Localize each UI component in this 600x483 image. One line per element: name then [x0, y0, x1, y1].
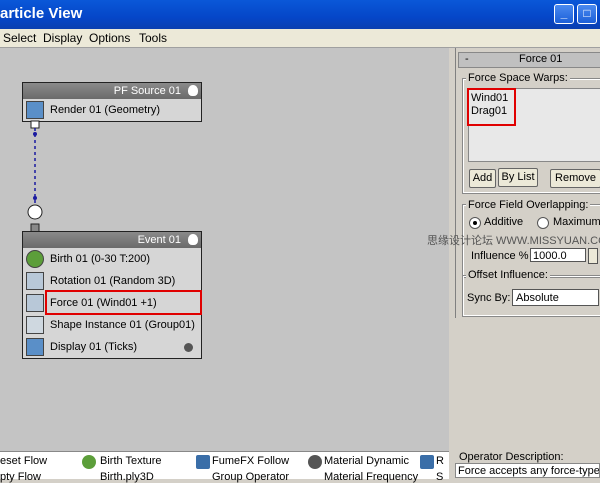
- depot-item[interactable]: Birth Texture: [100, 455, 162, 467]
- depot-item[interactable]: S: [436, 471, 443, 483]
- depot-item[interactable]: pty Flow: [0, 471, 41, 483]
- depot-item[interactable]: Group Operator: [212, 471, 289, 483]
- sync-select[interactable]: Absolute: [512, 289, 599, 306]
- depot-item[interactable]: Birth.ply3D: [100, 471, 154, 483]
- operator-description-panel: Operator Description: Force accepts any …: [451, 451, 600, 478]
- influence-input[interactable]: 1000.0: [530, 248, 586, 262]
- parameters-panel: - Force 01 Force Space Warps: Wind01 Dra…: [455, 48, 600, 318]
- radio-dot-icon: [473, 221, 477, 225]
- shape-icon: [26, 316, 44, 334]
- window-title: article View: [0, 5, 83, 22]
- maximize-button[interactable]: □: [577, 4, 597, 24]
- title-bar: article View _ □: [0, 0, 600, 29]
- warps-highlight-box: [467, 88, 516, 126]
- force-icon: [26, 294, 44, 312]
- group-title: Force Space Warps:: [466, 72, 570, 84]
- light-bulb-icon[interactable]: [188, 234, 198, 245]
- additive-radio[interactable]: [469, 217, 481, 229]
- birth-texture-icon: [82, 455, 96, 469]
- menu-display[interactable]: Display: [43, 31, 82, 45]
- minimize-icon: _: [560, 6, 568, 20]
- display-dot-icon: [184, 343, 193, 352]
- operator-description-label: Operator Description:: [459, 451, 564, 463]
- remove-button[interactable]: Remove: [550, 169, 600, 188]
- influence-spinner[interactable]: [588, 248, 598, 264]
- display-icon: [26, 338, 44, 356]
- menu-options[interactable]: Options: [89, 31, 130, 45]
- depot-item[interactable]: Material Dynamic: [324, 455, 409, 467]
- group-title: Offset Influence:: [466, 269, 550, 281]
- rollout-title: Force 01: [519, 53, 563, 65]
- menu-tools[interactable]: Tools: [139, 31, 167, 45]
- operator-row[interactable]: Rotation 01 (Random 3D): [23, 270, 201, 292]
- depot-item[interactable]: eset Flow: [0, 455, 47, 467]
- menu-select[interactable]: Select: [3, 31, 36, 45]
- depot-icon: [420, 455, 434, 469]
- collapse-icon: -: [465, 53, 469, 65]
- by-list-button[interactable]: By List: [498, 168, 538, 187]
- force-highlight-box: [45, 290, 202, 315]
- operator-label: Display 01 (Ticks): [50, 341, 137, 353]
- depot-item[interactable]: R: [436, 455, 444, 467]
- maximize-icon: □: [583, 6, 591, 20]
- node-header[interactable]: Event 01: [23, 232, 201, 248]
- node-title: Event 01: [137, 234, 181, 246]
- operator-label: Rotation 01 (Random 3D): [50, 275, 176, 287]
- operator-depot[interactable]: eset Flow Birth Texture FumeFX Follow Ma…: [0, 451, 449, 483]
- rotation-icon: [26, 272, 44, 290]
- operator-row[interactable]: Display 01 (Ticks): [23, 336, 201, 358]
- operator-description-text: Force accepts any force-type: [455, 463, 600, 478]
- minimize-button[interactable]: _: [554, 4, 574, 24]
- birth-icon: [26, 250, 44, 268]
- material-icon: [308, 455, 322, 469]
- menu-bar: Select Display Options Tools: [0, 29, 600, 48]
- additive-label: Additive: [484, 216, 524, 228]
- operator-label: Shape Instance 01 (Group01): [50, 319, 195, 331]
- operator-row[interactable]: Shape Instance 01 (Group01): [23, 314, 201, 336]
- sync-label: Sync By:: [467, 292, 511, 304]
- fumefx-icon: [196, 455, 210, 469]
- maximum-label: Maximum: [553, 216, 600, 228]
- add-button[interactable]: Add: [469, 169, 496, 188]
- depot-item[interactable]: Material Frequency: [324, 471, 418, 483]
- depot-item[interactable]: FumeFX Follow: [212, 455, 289, 467]
- influence-label: Influence %: [471, 250, 529, 262]
- rollout-header[interactable]: - Force 01: [458, 52, 600, 68]
- watermark: 思缘设计论坛 WWW.MISSYUAN.COM: [427, 235, 600, 247]
- maximum-radio[interactable]: [537, 217, 549, 229]
- operator-label: Birth 01 (0-30 T:200): [50, 253, 151, 265]
- particle-view-canvas[interactable]: PF Source 01 Render 01 (Geometry) Event …: [0, 48, 449, 451]
- group-title: Force Field Overlapping:: [466, 199, 591, 211]
- operator-row[interactable]: Birth 01 (0-30 T:200): [23, 248, 201, 270]
